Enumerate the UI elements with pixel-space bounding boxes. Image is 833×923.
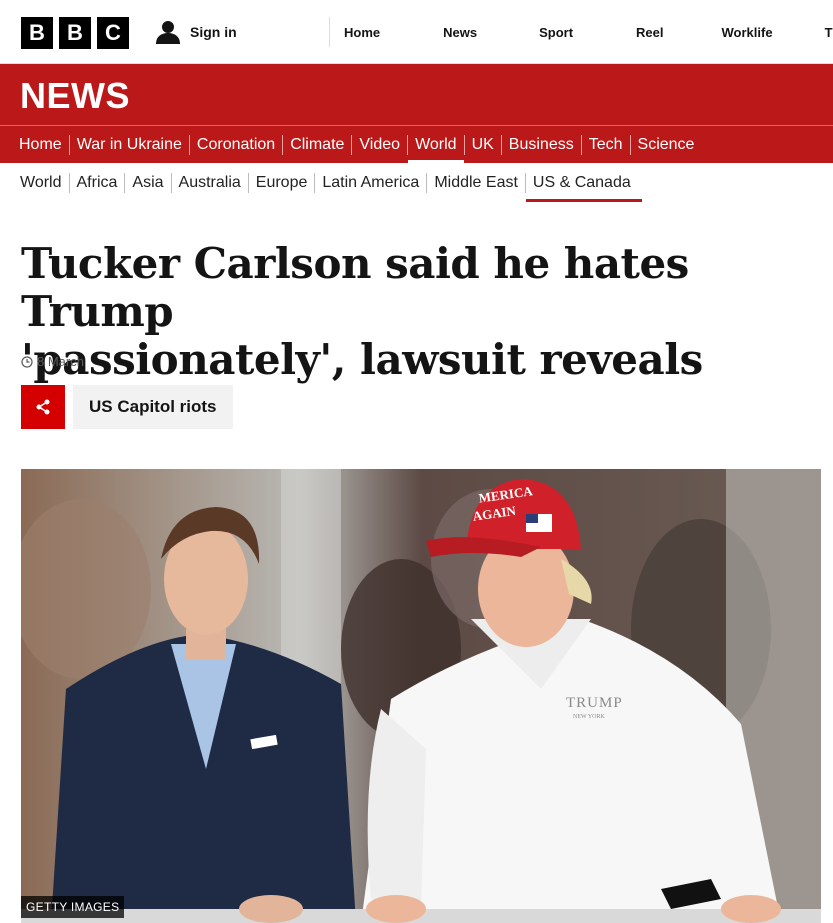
share-button[interactable] <box>21 385 65 429</box>
top-nav-travel[interactable]: T <box>825 17 833 47</box>
image-credit: GETTY IMAGES <box>21 896 125 918</box>
sub-nav-us-canada[interactable]: US & Canada <box>525 173 642 202</box>
section-nav-science[interactable]: Science <box>631 135 702 155</box>
section-nav-uk[interactable]: UK <box>465 134 502 155</box>
section-nav-world[interactable]: World <box>408 134 465 164</box>
bbc-logo[interactable]: B B C <box>21 17 129 49</box>
share-icon <box>36 399 50 415</box>
shirt-logo-sub: NEW YORK <box>573 714 605 720</box>
masthead: B B C Sign in Home News Sport Reel Workl… <box>0 0 833 64</box>
top-nav-home[interactable]: Home <box>344 17 380 47</box>
top-nav-reel[interactable]: Reel <box>636 17 663 47</box>
section-nav-video[interactable]: Video <box>352 134 409 155</box>
article-date: 8 March <box>21 354 84 369</box>
section-nav-business[interactable]: Business <box>502 134 582 155</box>
sub-nav-world[interactable]: World <box>13 173 70 193</box>
section-nav-tech[interactable]: Tech <box>582 134 631 155</box>
section-nav-home[interactable]: Home <box>12 134 70 155</box>
section-nav-climate[interactable]: Climate <box>283 134 353 155</box>
person-icon <box>156 21 180 44</box>
sign-in-label: Sign in <box>190 24 237 40</box>
sub-nav-europe[interactable]: Europe <box>249 173 316 193</box>
article-headline: Tucker Carlson said he hates Trump 'pass… <box>21 240 821 384</box>
top-nav-worklife[interactable]: Worklife <box>722 17 773 47</box>
news-title[interactable]: NEWS <box>20 75 130 117</box>
headline-line-1: Tucker Carlson said he hates Trump <box>21 239 689 336</box>
sign-in-button[interactable]: Sign in <box>155 19 237 45</box>
topic-tag[interactable]: US Capitol riots <box>73 385 233 429</box>
hero-photo: MERICA AGAIN TRUMP NEW YORK <box>21 469 821 923</box>
date-text: 8 March <box>37 354 84 369</box>
hero-image: MERICA AGAIN TRUMP NEW YORK <box>21 469 821 923</box>
section-nav-war-in-ukraine[interactable]: War in Ukraine <box>70 134 190 155</box>
shirt-logo: TRUMP <box>566 695 623 711</box>
top-nav-sport[interactable]: Sport <box>539 17 573 47</box>
sub-nav-asia[interactable]: Asia <box>125 173 172 193</box>
news-banner: NEWS <box>0 64 833 125</box>
sub-nav-africa[interactable]: Africa <box>70 173 126 193</box>
section-nav: Home War in Ukraine Coronation Climate V… <box>0 125 833 164</box>
logo-letter: C <box>97 17 129 49</box>
headline-line-2: 'passionately', lawsuit reveals <box>21 335 703 384</box>
sub-nav-middle-east[interactable]: Middle East <box>427 173 526 193</box>
logo-letter: B <box>21 17 53 49</box>
sub-nav-australia[interactable]: Australia <box>172 173 249 193</box>
section-nav-coronation[interactable]: Coronation <box>190 134 284 155</box>
clock-icon <box>21 355 33 368</box>
sub-nav: World Africa Asia Australia Europe Latin… <box>0 163 833 203</box>
top-navigation: Home News Sport Reel Worklife T <box>329 17 833 47</box>
sub-nav-latin-america[interactable]: Latin America <box>315 173 428 193</box>
logo-letter: B <box>59 17 91 49</box>
top-nav-news[interactable]: News <box>443 17 477 47</box>
